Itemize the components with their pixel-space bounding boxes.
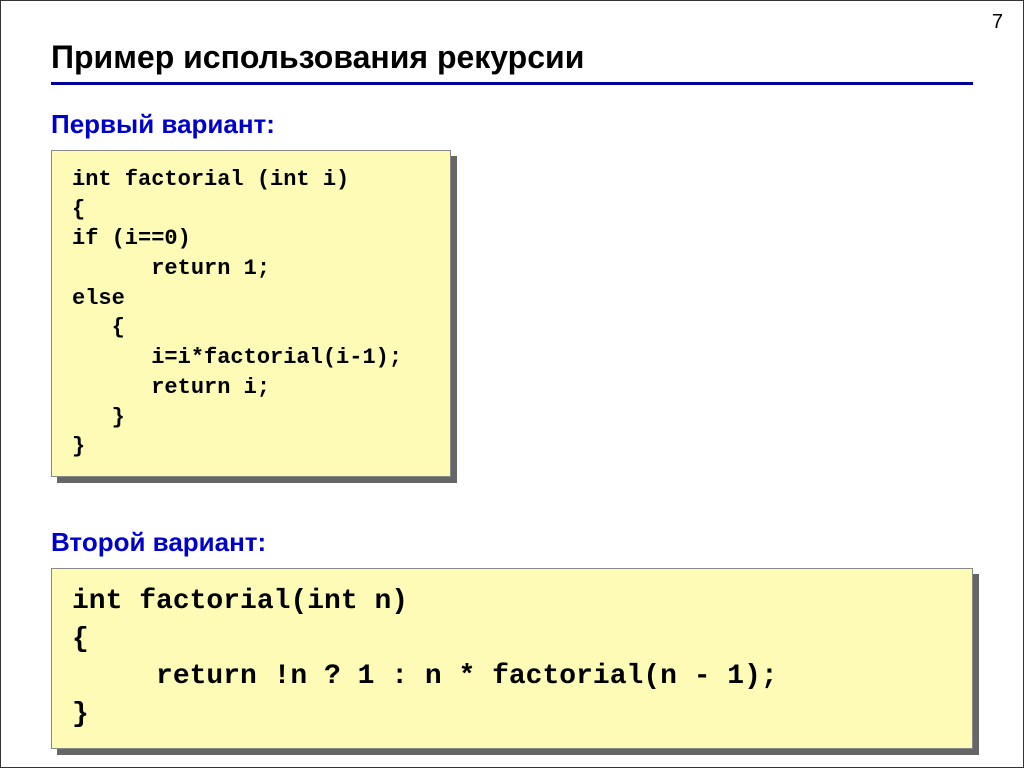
code-block-1: int factorial (int i) { if (i==0) return… (51, 150, 451, 477)
code-block-2: int factorial(int n) { return !n ? 1 : n… (51, 568, 973, 749)
title-underline (51, 82, 973, 85)
section-1-heading: Первый вариант: (51, 109, 973, 140)
code-block-2-wrapper: int factorial(int n) { return !n ? 1 : n… (51, 568, 973, 749)
slide-title: Пример использования рекурсии (51, 39, 973, 76)
page-number: 7 (992, 11, 1003, 34)
slide-content: Пример использования рекурсии Первый вар… (1, 1, 1023, 749)
code-block-1-wrapper: int factorial (int i) { if (i==0) return… (51, 150, 451, 477)
section-2-heading: Второй вариант: (51, 527, 973, 558)
